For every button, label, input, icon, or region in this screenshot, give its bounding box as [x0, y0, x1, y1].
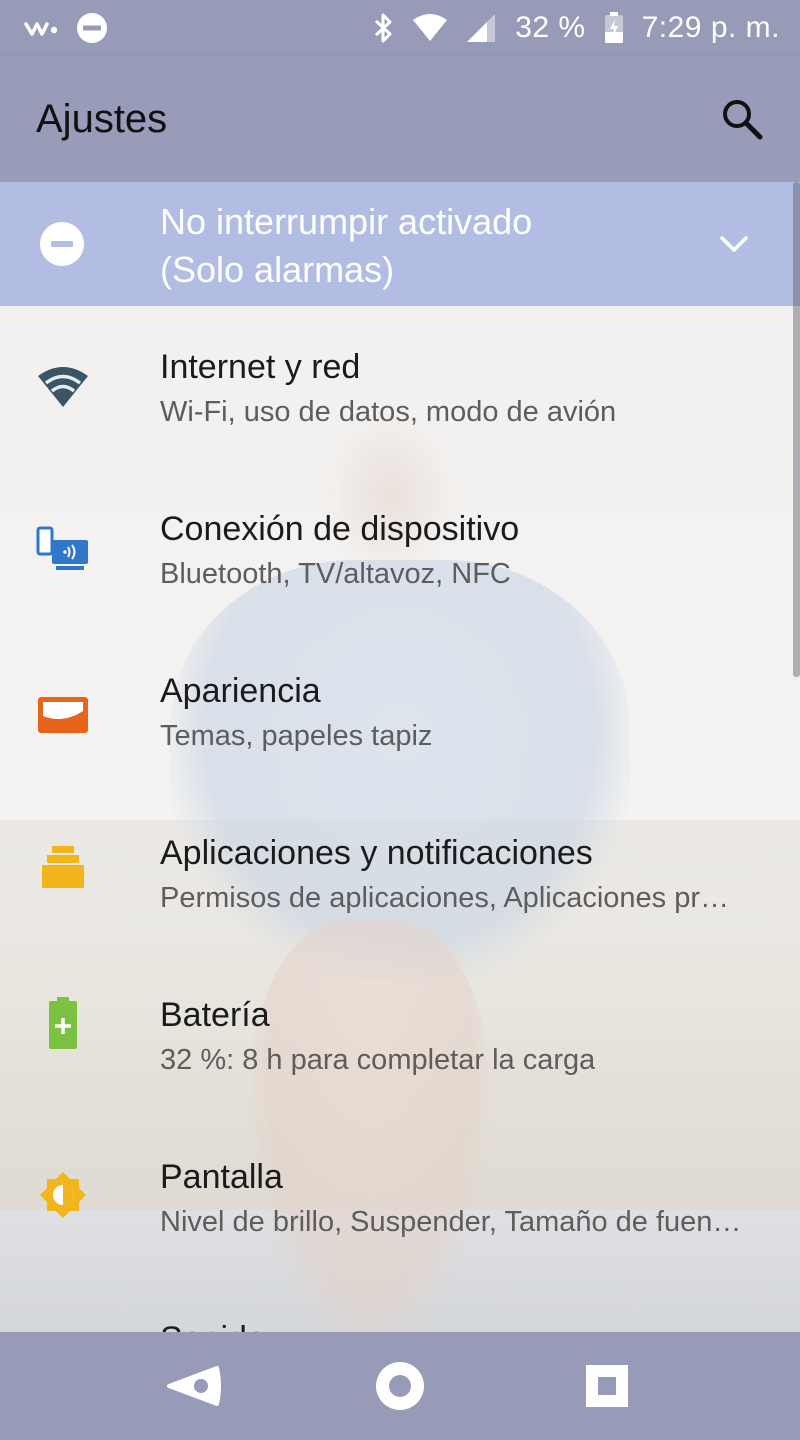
settings-list: Internet y red Wi-Fi, uso de datos, modo…	[0, 306, 800, 1440]
signal-icon	[465, 13, 497, 43]
status-left	[24, 12, 108, 44]
dnd-subtitle: (Solo alarmas)	[160, 249, 395, 290]
back-icon	[167, 1366, 222, 1406]
apps-icon	[36, 840, 90, 894]
home-icon	[375, 1362, 424, 1410]
setting-subtitle: Temas, papeles tapiz	[160, 720, 433, 752]
setting-battery[interactable]: Batería 32 %: 8 h para completar la carg…	[0, 954, 800, 1116]
scrollbar[interactable]	[793, 182, 800, 677]
status-bar: 32 % 7:29 p. m.	[0, 0, 800, 56]
walkman-icon	[24, 18, 58, 38]
setting-subtitle: Bluetooth, TV/altavoz, NFC	[160, 558, 511, 590]
setting-subtitle: Wi-Fi, uso de datos, modo de avión	[160, 396, 617, 428]
brightness-icon	[36, 1168, 90, 1222]
setting-apps[interactable]: Aplicaciones y notificaciones Permisos d…	[0, 792, 800, 954]
appearance-icon	[36, 688, 90, 742]
device-connection-icon	[36, 522, 90, 576]
setting-internet[interactable]: Internet y red Wi-Fi, uso de datos, modo…	[0, 306, 800, 468]
setting-title: Internet y red	[160, 348, 361, 386]
setting-device-connection[interactable]: Conexión de dispositivo Bluetooth, TV/al…	[0, 468, 800, 630]
chevron-down-icon[interactable]	[712, 222, 756, 266]
recents-icon	[585, 1365, 628, 1407]
search-button[interactable]	[714, 91, 770, 147]
nav-bar	[0, 1332, 800, 1440]
setting-title: Pantalla	[160, 1158, 283, 1196]
setting-subtitle: Nivel de brillo, Suspender, Tamaño de fu…	[160, 1206, 742, 1238]
dnd-status-icon	[76, 12, 108, 44]
wifi-icon	[36, 360, 90, 414]
search-icon	[723, 100, 763, 140]
clock: 7:29 p. m.	[641, 11, 780, 44]
back-button[interactable]	[153, 1346, 233, 1426]
wifi-status-icon	[413, 14, 448, 42]
setting-display[interactable]: Pantalla Nivel de brillo, Suspender, Tam…	[0, 1116, 800, 1278]
setting-title: Apariencia	[160, 672, 321, 710]
home-button[interactable]	[360, 1346, 440, 1426]
status-right: 32 % 7:29 p. m.	[373, 11, 780, 45]
setting-title: Conexión de dispositivo	[160, 510, 520, 548]
battery-percent: 32 %	[515, 11, 586, 44]
battery-charging-icon	[604, 12, 624, 44]
setting-subtitle: 32 %: 8 h para completar la carga	[160, 1044, 596, 1076]
dnd-title: No interrumpir activado	[160, 201, 533, 242]
setting-subtitle: Permisos de aplicaciones, Aplicaciones p…	[160, 882, 729, 914]
setting-title: Batería	[160, 996, 270, 1034]
dnd-text: No interrumpir activado (Solo alarmas)	[160, 198, 532, 294]
recents-button[interactable]	[567, 1346, 647, 1426]
dnd-icon	[40, 222, 84, 266]
page-title: Ajustes	[36, 96, 168, 141]
setting-title: Aplicaciones y notificaciones	[160, 834, 593, 872]
bluetooth-icon	[373, 12, 395, 44]
setting-appearance[interactable]: Apariencia Temas, papeles tapiz	[0, 630, 800, 792]
app-bar: Ajustes	[0, 56, 800, 182]
battery-icon	[36, 996, 90, 1050]
